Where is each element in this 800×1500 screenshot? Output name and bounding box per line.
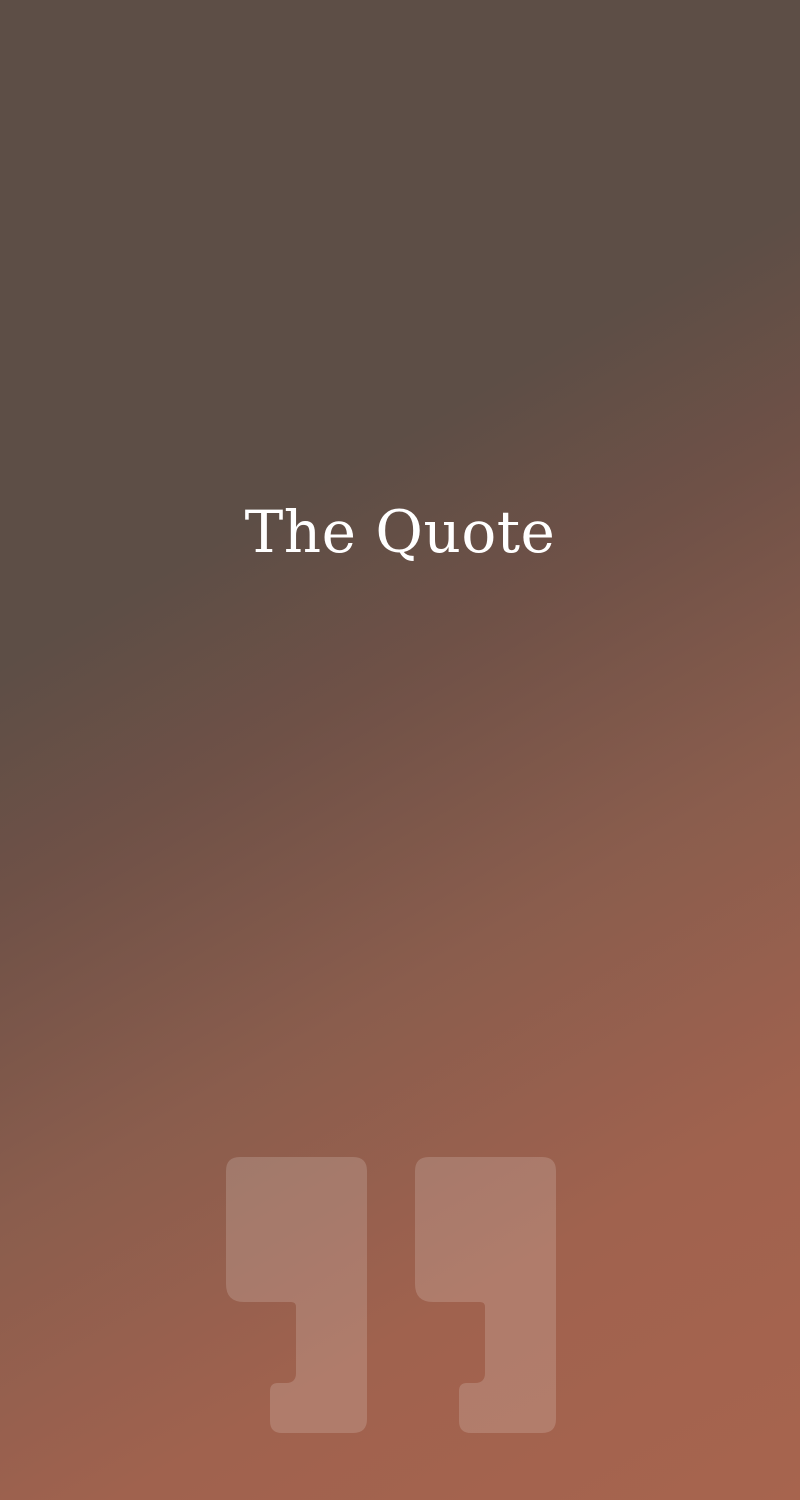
page-title: The Quote <box>244 498 556 566</box>
closing-quote-icon <box>226 1157 557 1433</box>
quote-screen: The Quote <box>0 0 800 1500</box>
